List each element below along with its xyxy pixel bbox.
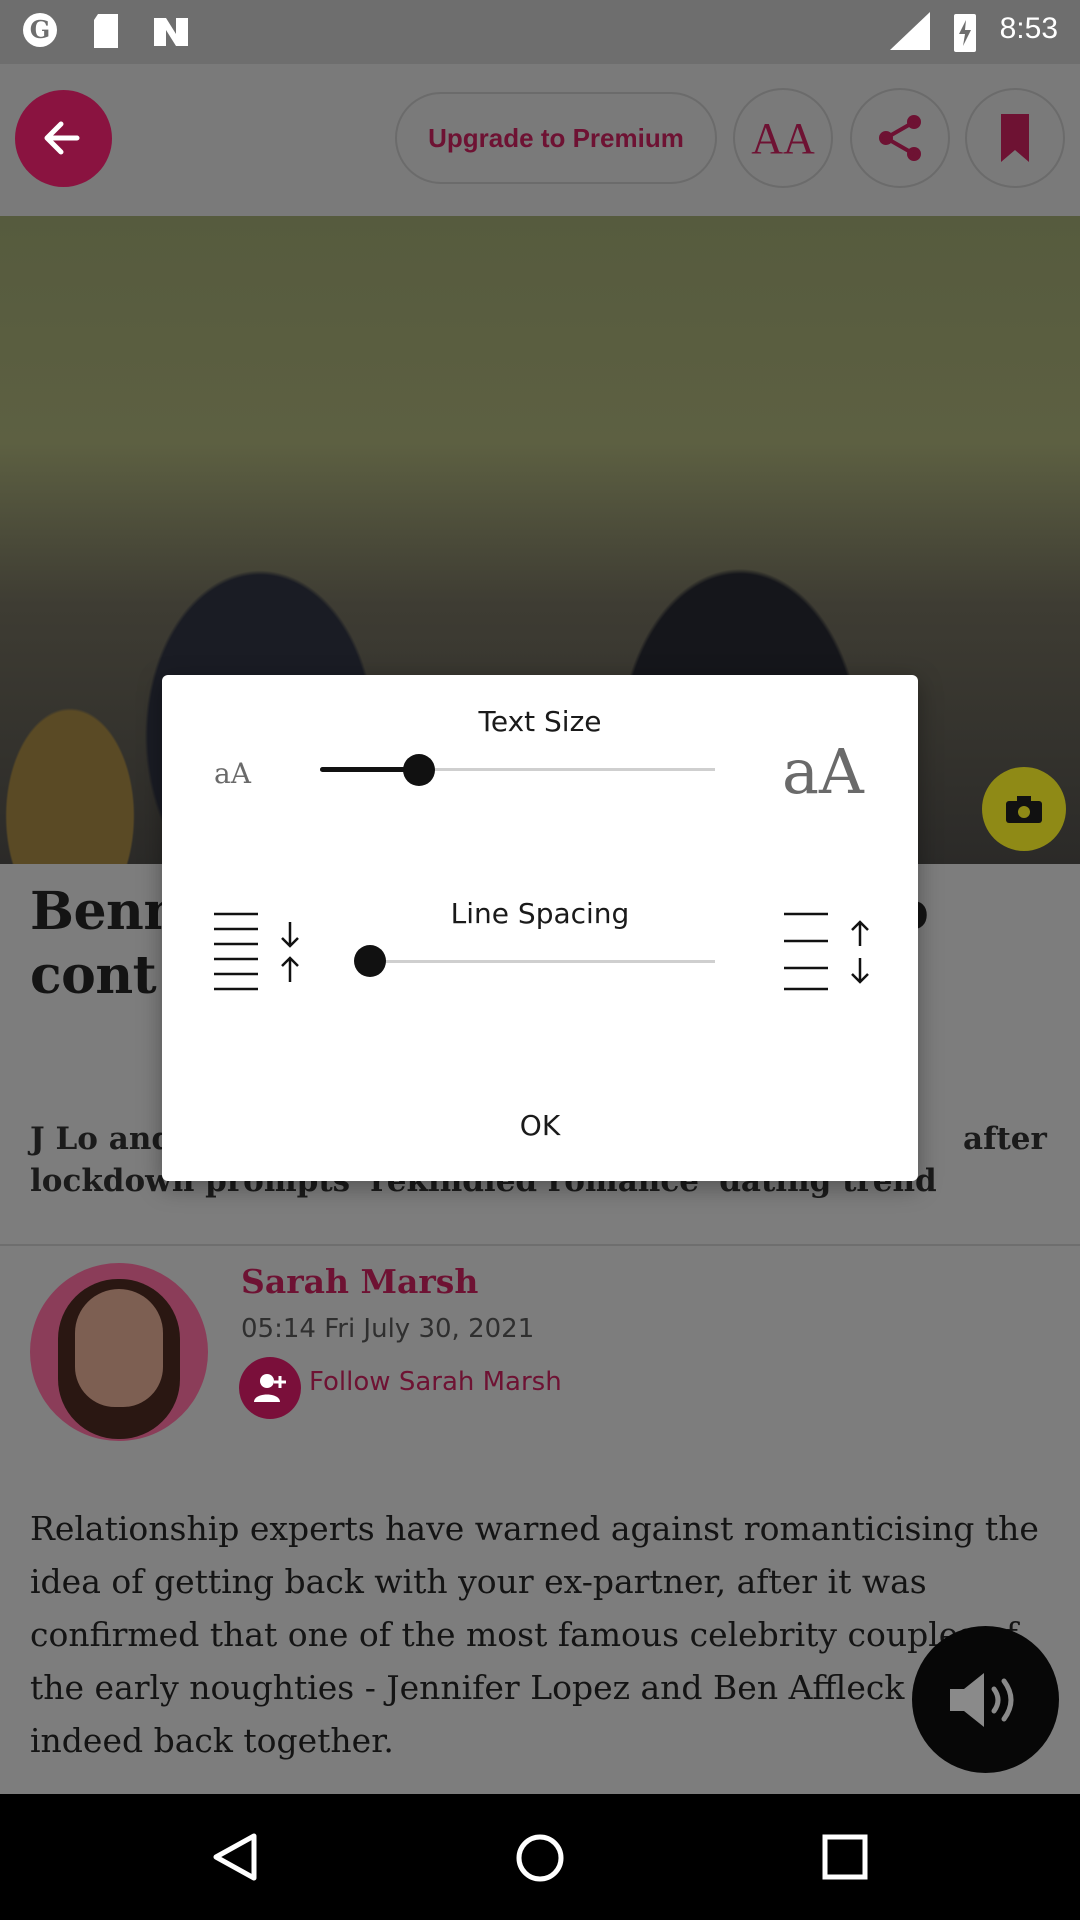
text-size-large-label: aA [782, 735, 864, 808]
listen-button[interactable] [912, 1626, 1059, 1773]
photo-caption-button[interactable] [982, 767, 1066, 851]
follow-author-button[interactable] [239, 1357, 301, 1419]
text-size-label: AA [751, 113, 815, 163]
nav-home-icon[interactable] [514, 1832, 566, 1884]
line-spacing-slider-track[interactable] [366, 960, 715, 963]
text-settings-dialog: Text Size aA aA Line Spacing OK [162, 675, 918, 1181]
share-icon [879, 115, 921, 161]
battery-icon [954, 14, 976, 52]
back-button[interactable] [15, 90, 112, 187]
line-spacing-slider-thumb[interactable] [354, 945, 386, 977]
app-g-icon: G [23, 13, 57, 47]
author-name[interactable]: Sarah Marsh [241, 1262, 478, 1301]
bookmark-button[interactable] [965, 88, 1065, 188]
article-date: 05:14 Fri July 30, 2021 [241, 1314, 535, 1344]
line-spacing-decrease-icon [214, 912, 299, 991]
volume-icon [949, 1672, 1013, 1727]
status-time: 8:53 [999, 12, 1058, 45]
ok-button[interactable]: OK [480, 1095, 600, 1155]
system-nav-bar [0, 1794, 1080, 1920]
nav-recents-icon[interactable] [822, 1834, 868, 1880]
upgrade-premium-button[interactable]: Upgrade to Premium [395, 92, 717, 184]
app-n-icon [154, 18, 188, 46]
text-size-title: Text Size [478, 705, 602, 738]
signal-icon [890, 12, 930, 50]
sd-card-icon [94, 14, 118, 48]
svg-text:G: G [30, 15, 51, 44]
article-body: Relationship experts have warned against… [30, 1509, 1039, 1760]
bookmark-icon [1001, 114, 1029, 162]
arrow-left-icon [44, 121, 80, 155]
camera-icon [1006, 796, 1042, 823]
follow-author-link[interactable]: Follow Sarah Marsh [309, 1367, 562, 1397]
line-spacing-increase-icon [784, 912, 869, 991]
add-person-icon [254, 1374, 286, 1402]
author-avatar[interactable] [30, 1263, 208, 1441]
text-size-small-label: aA [214, 757, 251, 790]
text-size-button[interactable]: AA [733, 88, 833, 188]
share-button[interactable] [850, 88, 950, 188]
nav-back-icon[interactable] [210, 1832, 260, 1882]
status-bar: G 8:53 [0, 0, 1080, 64]
divider [0, 1244, 1080, 1246]
text-size-slider-thumb[interactable] [402, 754, 435, 786]
